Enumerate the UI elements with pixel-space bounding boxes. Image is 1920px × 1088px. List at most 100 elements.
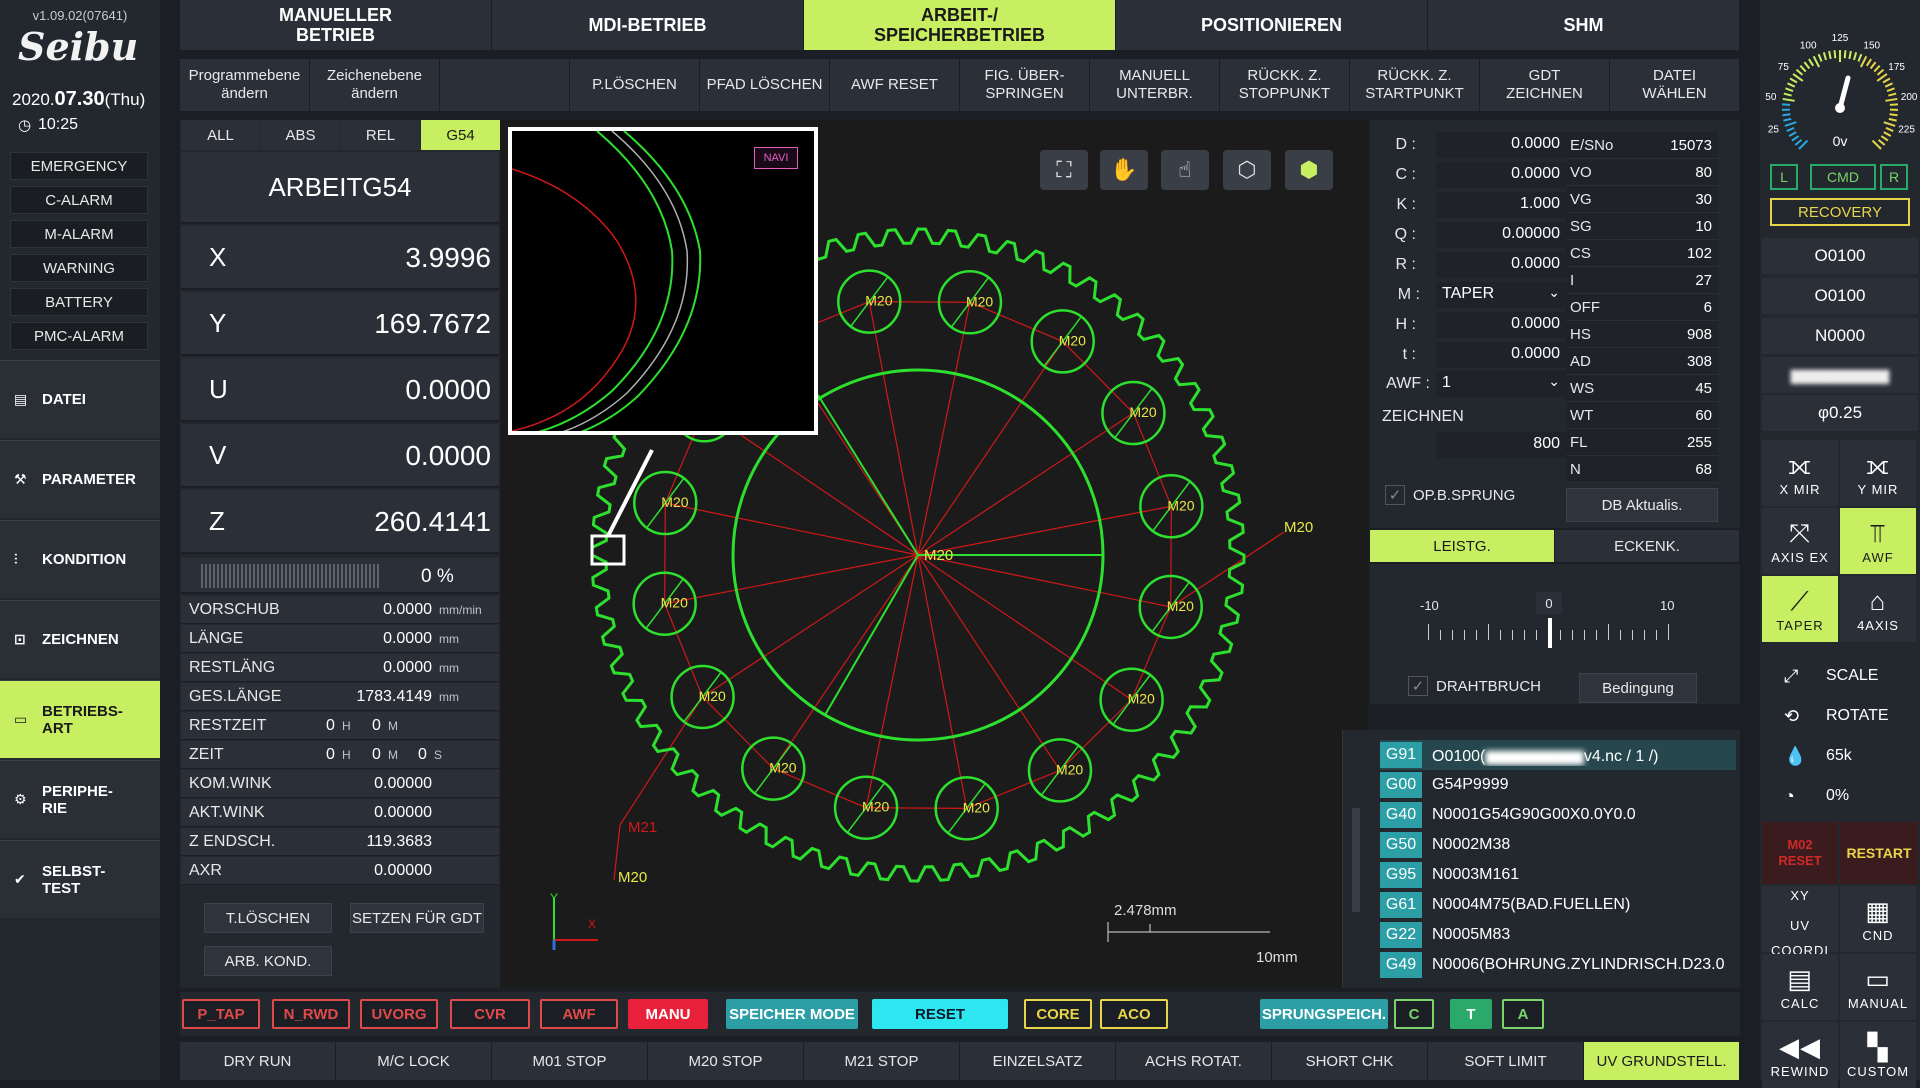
param-value[interactable]: 0.0000 — [1436, 132, 1566, 158]
nav-parameter[interactable]: ⚒PARAMETER — [0, 440, 160, 518]
sub-manuell-unterbr[interactable]: MANUELL UNTERBR. — [1090, 59, 1220, 111]
status-n-rwd[interactable]: N_RWD — [272, 999, 350, 1029]
param-value[interactable]: 0.0000 — [1436, 252, 1566, 278]
alarm-m-alarm[interactable]: M-ALARM — [10, 220, 148, 248]
tab-leistg[interactable]: LEISTG. — [1370, 530, 1554, 562]
sub-awf-reset[interactable]: AWF RESET — [830, 59, 960, 111]
param-value[interactable]: 0.00000 — [1436, 222, 1566, 248]
gcode-scrollbar[interactable] — [1352, 808, 1360, 912]
nav-datei[interactable]: ▤DATEI — [0, 360, 160, 438]
bottom-m20-stop[interactable]: M20 STOP — [648, 1042, 804, 1080]
coord-tab-g54[interactable]: G54 — [421, 120, 500, 150]
rewind-button[interactable]: ◀◀REWIND — [1762, 1022, 1838, 1088]
status-speicher-mode[interactable]: SPEICHER MODE — [726, 999, 858, 1029]
manual-button[interactable]: ▭MANUAL — [1840, 954, 1916, 1020]
tab-shm[interactable]: SHM — [1428, 0, 1740, 50]
y-mir-button[interactable]: ⟗Y MIR — [1840, 440, 1916, 506]
status-uvorg[interactable]: UVORG — [360, 999, 438, 1029]
3d-box-icon[interactable]: ⬡ — [1223, 150, 1271, 190]
bottom-short-chk[interactable]: SHORT CHK — [1272, 1042, 1428, 1080]
nav-betriebs-art[interactable]: ▭BETRIEBS- ART — [0, 680, 160, 758]
rail-dial-row[interactable]: ◔0% — [1762, 778, 1918, 814]
status-t[interactable]: T — [1450, 999, 1492, 1029]
tab-manueller-betrieb[interactable]: MANUELLER BETRIEB — [180, 0, 492, 50]
status-cvr[interactable]: CVR — [450, 999, 530, 1029]
navi-badge[interactable]: NAVI — [754, 147, 798, 169]
nav-periphe-rie[interactable]: ⚙PERIPHE- RIE — [0, 760, 160, 838]
param-m-select[interactable]: TAPER⌄ — [1436, 282, 1566, 308]
t-loeschen-button[interactable]: T.LÖSCHEN — [204, 903, 332, 933]
lcr-cmd[interactable]: CMD — [1810, 164, 1876, 190]
cnd-button[interactable]: ▦CND — [1840, 886, 1916, 952]
sub-zeichenebene-ndern[interactable]: Zeichenebene ändern — [310, 59, 440, 111]
gcode-row[interactable]: G40N0001G54G90G00X0.0Y0.0 — [1380, 800, 1736, 830]
custom-button[interactable]: ▚CUSTOM — [1840, 1022, 1916, 1088]
nav-kondition[interactable]: ⫶KONDITION — [0, 520, 160, 598]
bottom-einzelsatz[interactable]: EINZELSATZ — [960, 1042, 1116, 1080]
bottom-uv-grundstell[interactable]: UV GRUNDSTELL. — [1584, 1042, 1740, 1080]
fit-view-icon[interactable]: ⛶ — [1040, 150, 1088, 190]
zeichnen-value[interactable]: 800 — [1436, 432, 1566, 458]
sub-r-ckk-z-stoppunkt[interactable]: RÜCKK. Z. STOPPUNKT — [1220, 59, 1350, 111]
gcode-row[interactable]: G61N0004M75(BAD.FUELLEN) — [1380, 890, 1736, 920]
rail-scale-row[interactable]: ⤢SCALE — [1762, 658, 1918, 694]
bedingung-button[interactable]: Bedingung — [1579, 673, 1697, 703]
awf-button[interactable]: ⫪AWF — [1840, 508, 1916, 574]
x-mir-button[interactable]: ⟗X MIR — [1762, 440, 1838, 506]
tab-arbeit-speicherbetrieb[interactable]: ARBEIT-/ SPEICHERBETRIEB — [804, 0, 1116, 50]
coord-tab-abs[interactable]: ABS — [261, 120, 340, 150]
navi-zoom-window[interactable]: NAVI — [508, 127, 818, 435]
restart-button[interactable]: RESTART — [1840, 822, 1918, 884]
status-c[interactable]: C — [1394, 999, 1434, 1029]
gcode-row[interactable]: G00G54P9999 — [1380, 770, 1736, 800]
rail-rotate-row[interactable]: ⟲ROTATE — [1762, 698, 1918, 734]
lcr-l[interactable]: L — [1770, 164, 1798, 190]
pan-hand-icon[interactable]: ✋ — [1100, 150, 1148, 190]
bottom-m01-stop[interactable]: M01 STOP — [492, 1042, 648, 1080]
gcode-row[interactable]: G50N0002M38 — [1380, 830, 1736, 860]
sub-p-l-schen[interactable]: P.LÖSCHEN — [570, 59, 700, 111]
setzen-gdt-button[interactable]: SETZEN FÜR GDT — [350, 903, 484, 933]
status-aco[interactable]: ACO — [1100, 999, 1168, 1029]
sub-fig-ber-springen[interactable]: FIG. ÜBER- SPRINGEN — [960, 59, 1090, 111]
status-reset[interactable]: RESET — [872, 999, 1008, 1029]
calc-button[interactable]: ▤CALC — [1762, 954, 1838, 1020]
bottom-achs-rotat[interactable]: ACHS ROTAT. — [1116, 1042, 1272, 1080]
bottom-dry-run[interactable]: DRY RUN — [180, 1042, 336, 1080]
tab-mdi-betrieb[interactable]: MDI-BETRIEB — [492, 0, 804, 50]
param-awf-select[interactable]: 1⌄ — [1436, 371, 1566, 397]
slider-thumb[interactable] — [1548, 618, 1552, 648]
opb-sprung-checkbox[interactable]: ✓OP.B.SPRUNG — [1385, 485, 1515, 505]
bottom-m-c-lock[interactable]: M/C LOCK — [336, 1042, 492, 1080]
bottom-soft-limit[interactable]: SOFT LIMIT — [1428, 1042, 1584, 1080]
status-sprungspeich[interactable]: SPRUNGSPEICH. — [1260, 999, 1388, 1029]
status-p-tap[interactable]: P_TAP — [182, 999, 260, 1029]
status-awf[interactable]: AWF — [540, 999, 618, 1029]
alarm-pmc-alarm[interactable]: PMC-ALARM — [10, 322, 148, 350]
coord-tab-rel[interactable]: REL — [341, 120, 420, 150]
arb-kond-button[interactable]: ARB. KOND. — [204, 946, 332, 976]
param-value[interactable]: 0.0000 — [1436, 312, 1566, 338]
gcode-row[interactable]: G91O0100(▆▆▆▆▆▆▆▆v4.nc / 1 /) — [1380, 740, 1736, 770]
status-manu[interactable]: MANU — [628, 999, 708, 1029]
rotate-hand-icon[interactable]: ☝ — [1161, 150, 1209, 190]
coordi-button[interactable]: XY UVCOORDI — [1762, 886, 1838, 952]
status-core[interactable]: CORE — [1024, 999, 1092, 1029]
nav-selbst-test[interactable]: ✔SELBST- TEST — [0, 840, 160, 918]
tab-eckenk[interactable]: ECKENK. — [1555, 530, 1739, 562]
status-a[interactable]: A — [1502, 999, 1544, 1029]
gcode-row[interactable]: G22N0005M83 — [1380, 920, 1736, 950]
nav-zeichnen[interactable]: ⊡ZEICHNEN — [0, 600, 160, 678]
param-value[interactable]: 0.0000 — [1436, 162, 1566, 188]
drahtbruch-checkbox[interactable]: ✓DRAHTBRUCH — [1408, 676, 1541, 696]
4axis-button[interactable]: ⌂4AXIS — [1840, 576, 1916, 642]
tab-positionieren[interactable]: POSITIONIEREN — [1116, 0, 1428, 50]
axis-ex-button[interactable]: ⤧AXIS EX — [1762, 508, 1838, 574]
slider-track[interactable] — [1428, 624, 1672, 650]
bottom-m21-stop[interactable]: M21 STOP — [804, 1042, 960, 1080]
coord-tab-all[interactable]: ALL — [181, 120, 260, 150]
sub-gdt-zeichnen[interactable]: GDT ZEICHNEN — [1480, 59, 1610, 111]
alarm-c-alarm[interactable]: C-ALARM — [10, 186, 148, 214]
gcode-row[interactable]: G95N0003M161 — [1380, 860, 1736, 890]
gcode-row[interactable]: G49N0006(BOHRUNG.ZYLINDRISCH.D23.0 — [1380, 950, 1736, 980]
